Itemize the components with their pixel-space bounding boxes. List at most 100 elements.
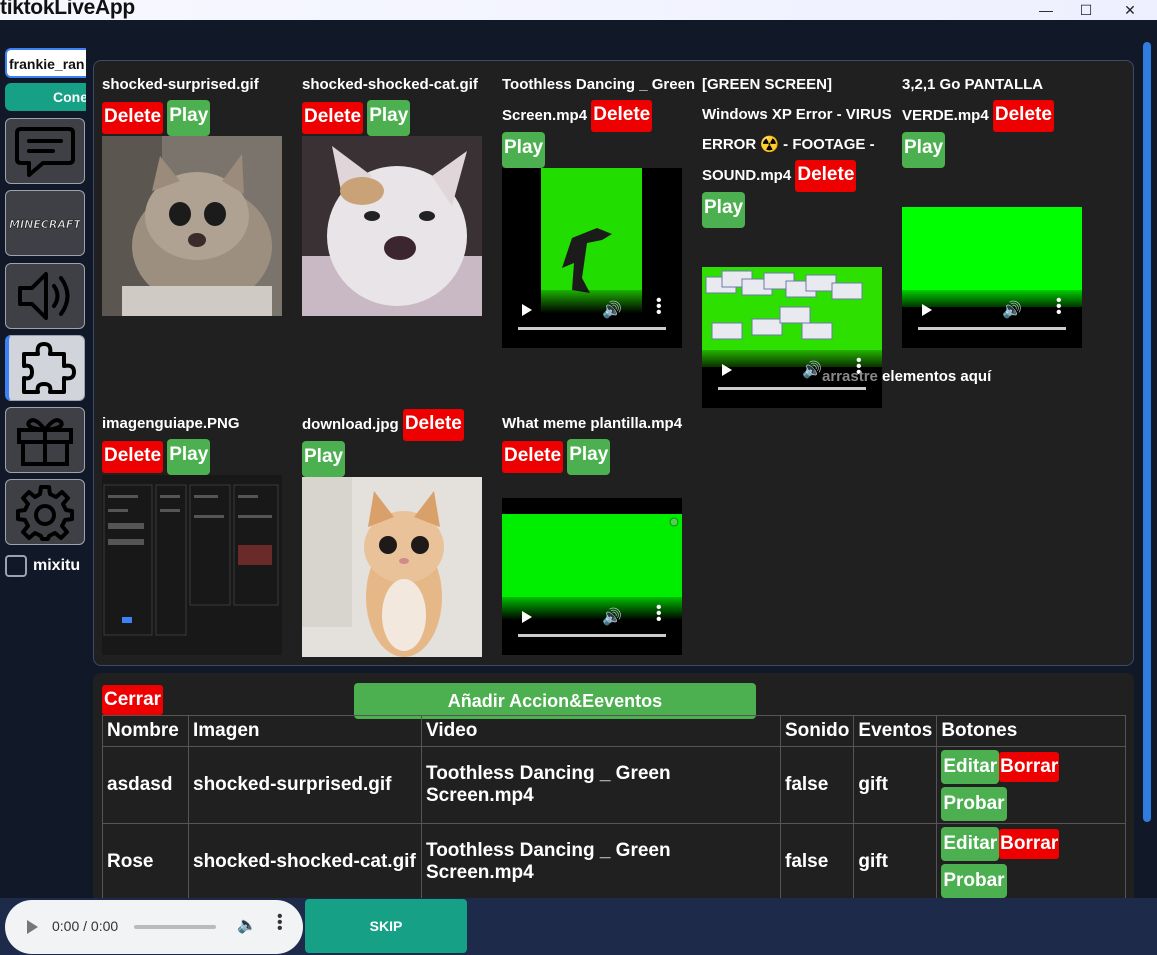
audio-player[interactable]: 0:00 / 0:00 🔈 • • • (5, 900, 303, 954)
video-controls: 🔊 • • • (502, 597, 682, 655)
play-button[interactable]: Play (502, 132, 546, 168)
volume-icon[interactable]: 🔊 (602, 300, 622, 320)
delete-row-button[interactable]: Borrar (999, 751, 1060, 782)
media-filename: 3,2,1 Go PANTALLA (902, 76, 1044, 93)
delete-button[interactable]: Delete (992, 100, 1054, 132)
play-icon[interactable] (522, 304, 532, 316)
media-item: 3,2,1 Go PANTALLA VERDE.mp4 Delete Play (902, 70, 1102, 168)
progress-bar[interactable] (918, 327, 1066, 330)
video-player[interactable]: 🔊 • • • (702, 267, 882, 408)
connect-button[interactable]: Conectar (5, 83, 86, 111)
media-filename-cont: Screen.mp4 (502, 106, 588, 124)
media-thumbnail (302, 136, 482, 316)
media-filename: download.jpg (302, 415, 399, 433)
volume-icon[interactable]: 🔊 (802, 360, 822, 380)
delete-button[interactable]: Delete (402, 409, 464, 441)
cell-eventos: gift (853, 746, 938, 824)
delete-button[interactable]: Delete (795, 160, 857, 192)
column-header: Video (421, 715, 781, 747)
minecraft-logo: MINECRAFT (10, 215, 80, 231)
media-thumbnail (302, 477, 482, 657)
close-button[interactable]: ✕ (1108, 0, 1152, 20)
delete-button[interactable]: Delete (591, 100, 653, 132)
play-icon[interactable] (922, 304, 932, 316)
delete-button[interactable]: Delete (302, 102, 364, 134)
play-button[interactable]: Play (302, 441, 346, 477)
column-header: Eventos (853, 715, 938, 747)
sidebar-item-minecraft[interactable]: MINECRAFT (5, 190, 85, 256)
volume-icon[interactable]: 🔊 (1002, 300, 1022, 320)
table-row: Rose shocked-shocked-cat.gif Toothless D… (102, 823, 1127, 901)
delete-button[interactable]: Delete (102, 441, 164, 473)
drop-zone-hint-faint: arrastre (822, 368, 878, 385)
cell-nombre: Rose (102, 823, 189, 901)
speaker-icon (18, 272, 70, 320)
minecraft-logo-text: MINECRAFT (10, 218, 80, 231)
volume-icon[interactable]: 🔈 (237, 915, 257, 935)
gear-icon (16, 485, 74, 541)
add-action-event-button[interactable]: Añadir Accion&Eeventos (354, 683, 756, 719)
sidebar-item-gifts[interactable] (5, 407, 85, 473)
username-input[interactable]: frankie_ran (5, 48, 86, 78)
minimize-button[interactable]: — (1024, 0, 1068, 20)
delete-button[interactable]: Delete (102, 102, 164, 134)
play-button[interactable]: Play (167, 439, 211, 475)
media-filename-cont: ERROR ☢️ - FOOTAGE - (702, 136, 875, 153)
video-player[interactable]: 🔊 • • • (502, 498, 682, 655)
delete-row-button[interactable]: Borrar (999, 828, 1060, 859)
play-button[interactable]: Play (567, 439, 611, 475)
cell-nombre: asdasd (102, 746, 189, 824)
cell-eventos: gift (853, 823, 938, 901)
cell-video: Toothless Dancing _ Green Screen.mp4 (421, 746, 781, 824)
cell-video: Toothless Dancing _ Green Screen.mp4 (421, 823, 781, 901)
progress-bar[interactable] (518, 634, 666, 637)
kitten-image (302, 477, 482, 657)
maximize-button[interactable]: ☐ (1064, 0, 1108, 20)
media-filename: shocked-shocked-cat.gif (302, 76, 478, 93)
play-button[interactable]: Play (167, 100, 211, 136)
test-button[interactable]: Probar (941, 786, 1007, 821)
drop-zone-hint-text: elementos aquí (877, 368, 992, 385)
sidebar-item-settings[interactable] (5, 479, 85, 545)
events-table: Nombre Imagen Video Sonido Eventos Boton… (102, 715, 1127, 901)
delete-button[interactable]: Delete (502, 441, 564, 473)
close-events-button[interactable]: Cerrar (102, 685, 164, 715)
scrollbar-thumb[interactable] (1143, 42, 1151, 822)
mixitu-toggle[interactable]: mixitu (5, 555, 80, 577)
media-item: shocked-shocked-cat.gif Delete Play (302, 70, 478, 136)
play-button[interactable]: Play (902, 132, 946, 168)
test-button[interactable]: Probar (941, 863, 1007, 898)
more-options-icon[interactable]: • • • (1056, 293, 1062, 321)
play-button[interactable]: Play (702, 192, 746, 228)
play-icon[interactable] (27, 920, 38, 934)
volume-icon[interactable]: 🔊 (602, 607, 622, 627)
more-options-icon[interactable]: • • • (656, 293, 662, 321)
sidebar-item-sound[interactable] (5, 263, 85, 329)
media-item: download.jpg Delete Play (302, 409, 464, 477)
video-player[interactable]: 🔊 • • • (902, 207, 1082, 348)
more-options-icon[interactable]: • • • (277, 909, 283, 937)
video-player[interactable]: 🔊 • • • (502, 168, 682, 348)
more-options-icon[interactable]: • • • (656, 600, 662, 628)
play-icon[interactable] (722, 364, 732, 376)
media-filename: Toothless Dancing _ Green (502, 76, 696, 93)
progress-bar[interactable] (718, 387, 866, 390)
screenshot-image (102, 475, 282, 655)
mixitu-checkbox[interactable] (5, 555, 27, 577)
sidebar-item-overlays[interactable] (5, 335, 85, 401)
puzzle-icon (21, 342, 76, 394)
skip-button[interactable]: SKIP (305, 899, 467, 953)
progress-bar[interactable] (518, 327, 666, 330)
play-button[interactable]: Play (367, 100, 411, 136)
media-thumbnail (102, 475, 282, 655)
chat-icon (15, 127, 75, 177)
sidebar-item-chat[interactable] (5, 118, 85, 184)
play-icon[interactable] (522, 611, 532, 623)
gift-icon (17, 418, 73, 466)
edit-button[interactable]: Editar (941, 826, 1000, 861)
column-header: Sonido (779, 715, 855, 747)
media-filename-cont: Windows XP Error - VIRUS (702, 106, 892, 123)
audio-progress-bar[interactable] (134, 925, 216, 929)
media-thumbnail (102, 136, 282, 316)
edit-button[interactable]: Editar (941, 749, 1000, 784)
